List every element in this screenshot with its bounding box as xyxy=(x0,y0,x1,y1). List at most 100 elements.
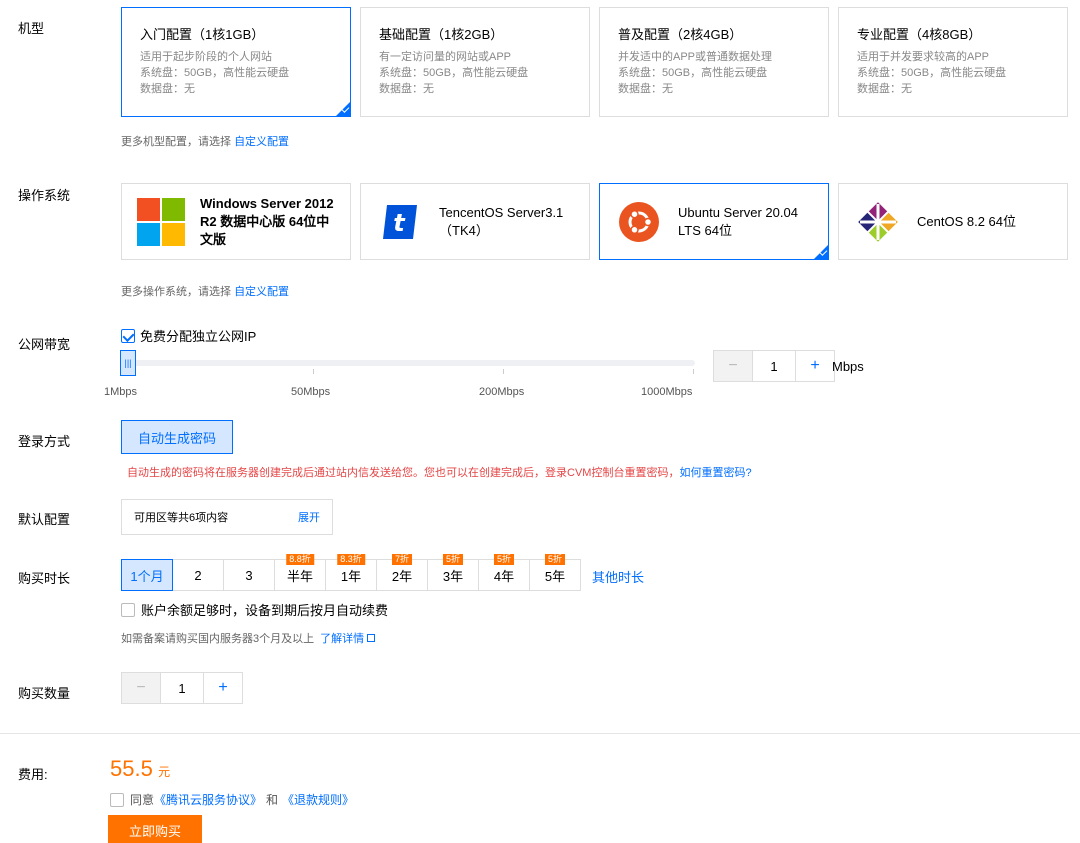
model-system-disk: 系统盘：50GB，高性能云硬盘 xyxy=(140,67,290,79)
duration-label: 5年 xyxy=(544,568,566,584)
duration-option[interactable]: 5折 3年 xyxy=(427,554,479,591)
bandwidth-slider-handle[interactable]: ||| xyxy=(120,350,136,376)
expand-link[interactable]: 展开 xyxy=(298,509,320,525)
auto-password-button[interactable]: 自动生成密码 xyxy=(121,420,233,454)
learn-more-link[interactable]: 了解详情 xyxy=(320,630,364,646)
model-card-starter[interactable]: 入门配置（1核1GB） 适用于起步阶段的个人网站 系统盘：50GB，高性能云硬盘… xyxy=(121,7,351,117)
model-system-disk: 系统盘：50GB，高性能云硬盘 xyxy=(857,67,1007,79)
duration-option[interactable]: 7折 2年 xyxy=(376,554,428,591)
model-card-standard[interactable]: 普及配置（2核4GB） 并发适中的APP或普通数据处理 系统盘：50GB，高性能… xyxy=(599,7,829,117)
bandwidth-increment-button[interactable]: + xyxy=(796,351,834,381)
public-ip-option[interactable]: 免费分配独立公网IP xyxy=(121,326,256,345)
public-ip-label: 免费分配独立公网IP xyxy=(140,329,257,344)
slider-tick xyxy=(313,369,314,374)
duration-label: 2 xyxy=(194,567,202,583)
duration-label: 1个月 xyxy=(130,568,164,584)
bandwidth-input[interactable]: 1 xyxy=(752,351,796,381)
label-bandwidth: 公网带宽 xyxy=(18,337,71,352)
custom-model-link[interactable]: 自定义配置 xyxy=(234,136,289,148)
windows-logo-icon xyxy=(136,197,186,247)
fee-label: 费用: xyxy=(18,767,48,782)
label-duration: 购买时长 xyxy=(18,571,71,586)
model-desc: 适用于起步阶段的个人网站 xyxy=(140,51,272,63)
os-card-tencentos[interactable]: t TencentOS Server3.1 （TK4） xyxy=(360,183,590,260)
public-ip-checkbox[interactable] xyxy=(121,328,135,343)
discount-badge: 8.8折 xyxy=(286,554,314,565)
model-system-disk: 系统盘：50GB，高性能云硬盘 xyxy=(618,67,768,79)
os-name-line: Ubuntu Server 20.04 xyxy=(678,204,798,220)
refund-policy-link[interactable]: 《退款规则》 xyxy=(282,791,354,808)
label-login: 登录方式 xyxy=(18,434,71,449)
price: 55.5 元 xyxy=(110,756,170,782)
discount-badge: 5折 xyxy=(493,554,515,565)
model-hint-text: 更多机型配置，请选择 xyxy=(121,136,231,148)
model-data-disk: 数据盘：无 xyxy=(857,83,912,95)
slider-tick-label: 1Mbps xyxy=(104,386,138,398)
discount-badge: 5折 xyxy=(442,554,464,565)
model-title: 专业配置（4核8GB） xyxy=(857,27,982,42)
model-data-disk: 数据盘：无 xyxy=(379,83,434,95)
model-title: 普及配置（2核4GB） xyxy=(618,27,743,42)
buy-now-button[interactable]: 立即购买 xyxy=(108,815,202,843)
duration-option[interactable]: 8.3折 1年 xyxy=(325,554,377,591)
os-card-centos[interactable]: CentOS 8.2 64位 xyxy=(838,183,1068,260)
model-card-basic[interactable]: 基础配置（1核2GB） 有一定访问量的网站或APP 系统盘：50GB，高性能云硬… xyxy=(360,7,590,117)
slider-tick xyxy=(693,369,694,374)
purchase-footer: 费用: 55.5 元 同意 《腾讯云服务协议》 和 《退款规则》 立即购买 xyxy=(0,733,1080,843)
filing-note-text: 如需备案请购买国内服务器3个月及以上 xyxy=(121,633,315,645)
os-name-line: TencentOS Server3.1 xyxy=(439,204,564,220)
slider-tick xyxy=(503,369,504,374)
default-config-text: 可用区等共6项内容 xyxy=(134,512,229,524)
duration-selector: 1个月 2 3 8.8折 半年 8.3折 1年 7折 2年 5折 3年 5折 4年 5折 5… xyxy=(121,554,581,591)
duration-option[interactable]: 1个月 xyxy=(121,559,173,591)
service-agreement-link[interactable]: 《腾讯云服务协议》 xyxy=(154,791,262,808)
duration-label: 半年 xyxy=(286,568,313,584)
login-notice: 自动生成的密码将在服务器创建完成后通过站内信发送给您。您也可以在创建完成后，登录… xyxy=(127,464,752,480)
os-hint-text: 更多操作系统，请选择 xyxy=(121,286,231,298)
label-model: 机型 xyxy=(18,21,45,36)
login-notice-text: 自动生成的密码将在服务器创建完成后通过站内信发送给您。您也可以在创建完成后，登录… xyxy=(127,467,680,479)
autorenew-option[interactable]: 账户余额足够时，设备到期后按月自动续费 xyxy=(121,600,388,619)
model-title: 基础配置（1核2GB） xyxy=(379,27,504,42)
label-quantity: 购买数量 xyxy=(18,686,71,701)
duration-label: 2年 xyxy=(391,568,413,584)
duration-option[interactable]: 5折 4年 xyxy=(478,554,530,591)
bandwidth-stepper[interactable]: − 1 + xyxy=(713,350,835,382)
label-os: 操作系统 xyxy=(18,188,71,203)
external-link-icon xyxy=(367,634,376,642)
model-desc: 并发适中的APP或普通数据处理 xyxy=(618,51,773,63)
duration-label: 3年 xyxy=(442,568,464,584)
model-system-disk: 系统盘：50GB，高性能云硬盘 xyxy=(379,67,529,79)
os-hint: 更多操作系统，请选择 自定义配置 xyxy=(121,283,289,299)
model-title: 入门配置（1核1GB） xyxy=(140,27,265,42)
agree-and: 和 xyxy=(266,793,279,807)
model-desc: 适用于并发要求较高的APP xyxy=(857,51,990,63)
duration-option[interactable]: 3 xyxy=(223,559,275,591)
os-card-windows[interactable]: Windows Server 2012 R2 数据中心版 64位中 文版 xyxy=(121,183,351,260)
bandwidth-slider-track[interactable] xyxy=(120,360,695,366)
other-duration-link[interactable]: 其他时长 xyxy=(592,567,644,586)
duration-option[interactable]: 8.8折半年 xyxy=(274,554,326,591)
ubuntu-logo-icon xyxy=(614,197,664,247)
os-name-line: Windows Server 2012 xyxy=(200,195,334,211)
price-currency: 元 xyxy=(158,765,171,779)
reset-password-link[interactable]: 如何重置密码? xyxy=(679,467,751,479)
quantity-stepper[interactable]: − 1 + xyxy=(121,672,243,704)
quantity-decrement-button[interactable]: − xyxy=(122,673,160,703)
duration-option[interactable]: 2 xyxy=(172,559,224,591)
model-card-pro[interactable]: 专业配置（4核8GB） 适用于并发要求较高的APP 系统盘：50GB，高性能云硬… xyxy=(838,7,1068,117)
quantity-increment-button[interactable]: + xyxy=(204,673,242,703)
discount-badge: 5折 xyxy=(544,554,566,565)
os-card-ubuntu[interactable]: Ubuntu Server 20.04 LTS 64位 xyxy=(599,183,829,260)
autorenew-checkbox[interactable] xyxy=(121,602,135,617)
centos-logo-icon xyxy=(853,197,903,247)
quantity-input[interactable]: 1 xyxy=(160,673,204,703)
duration-label: 4年 xyxy=(493,568,515,584)
agreement-checkbox[interactable] xyxy=(110,792,124,807)
label-default-config: 默认配置 xyxy=(18,512,71,527)
custom-os-link[interactable]: 自定义配置 xyxy=(234,286,289,298)
duration-option[interactable]: 5折 5年 xyxy=(529,554,581,591)
svg-text:t: t xyxy=(393,209,406,237)
os-name-line: （TK4） xyxy=(439,222,489,238)
bandwidth-decrement-button[interactable]: − xyxy=(714,351,752,381)
